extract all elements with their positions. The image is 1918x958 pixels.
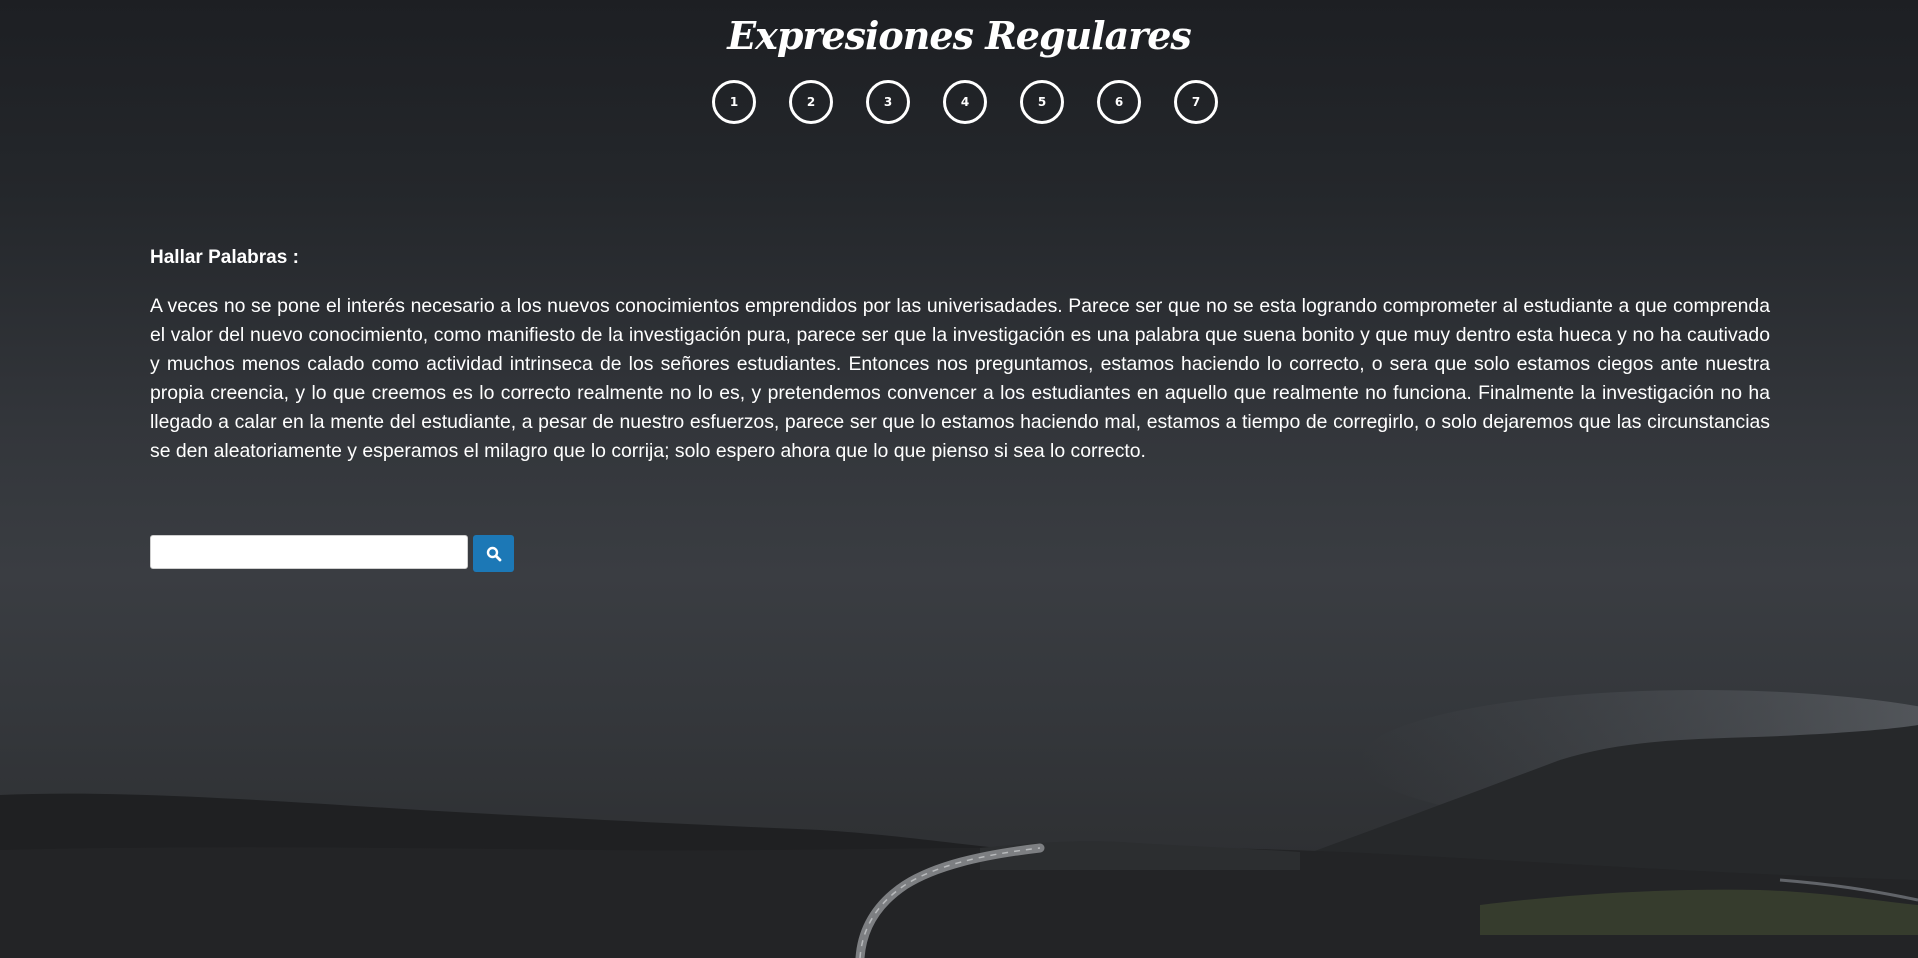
page-button-2[interactable]: 2 — [789, 80, 833, 124]
search-input[interactable] — [150, 535, 468, 569]
search-bar — [150, 535, 514, 572]
page-title: Expresiones Regulares — [727, 13, 1192, 58]
page-button-1[interactable]: 1 — [712, 80, 756, 124]
paragraph-text: A veces no se pone el interés necesario … — [150, 295, 1770, 462]
search-icon — [486, 546, 501, 561]
page-button-4[interactable]: 4 — [943, 80, 987, 124]
page-navigation: 1 2 3 4 5 6 7 — [712, 80, 1218, 124]
section-title: Hallar Palabras : — [150, 247, 299, 268]
main-content: Hallar Palabras : A veces no se pone el … — [150, 244, 1770, 466]
page-button-7[interactable]: 7 — [1174, 80, 1218, 124]
background-landscape — [0, 690, 1918, 958]
search-button[interactable] — [473, 535, 514, 572]
page-header: Expresiones Regulares — [0, 0, 1918, 62]
page-button-6[interactable]: 6 — [1097, 80, 1141, 124]
page-button-3[interactable]: 3 — [866, 80, 910, 124]
page-button-5[interactable]: 5 — [1020, 80, 1064, 124]
